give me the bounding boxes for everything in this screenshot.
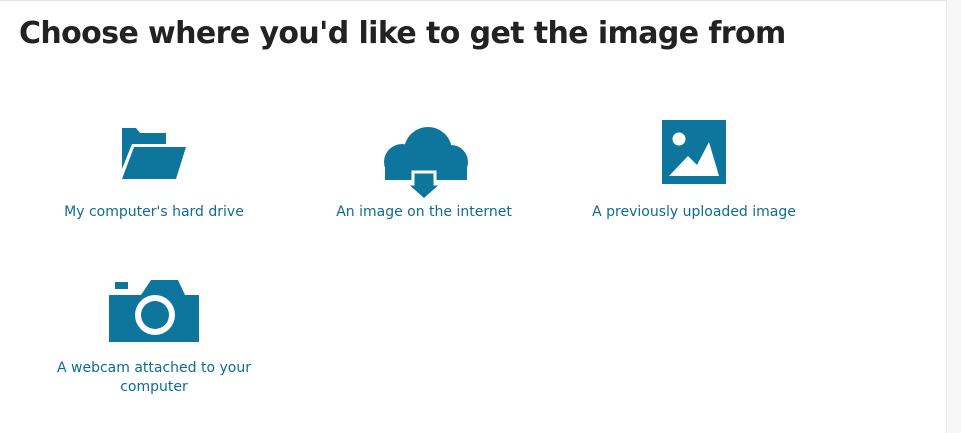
option-webcam[interactable]: A webcam attached to your computer [44, 276, 264, 400]
page-title: Choose where you'd like to get the image… [19, 16, 786, 51]
folder-open-icon [122, 128, 186, 179]
top-divider [0, 0, 961, 1]
cloud-download-icon [384, 127, 468, 203]
scrollbar-track[interactable] [946, 0, 961, 433]
option-label: An image on the internet [336, 204, 512, 220]
option-label: A webcam attached to your computer [57, 360, 251, 395]
image-icon [662, 120, 726, 184]
option-internet[interactable]: An image on the internet [314, 118, 534, 230]
option-label: A previously uploaded image [592, 204, 796, 220]
camera-icon [109, 280, 199, 342]
option-hard-drive[interactable]: My computer's hard drive [44, 118, 264, 230]
option-label: My computer's hard drive [64, 204, 244, 220]
option-previous-upload[interactable]: A previously uploaded image [584, 118, 804, 230]
